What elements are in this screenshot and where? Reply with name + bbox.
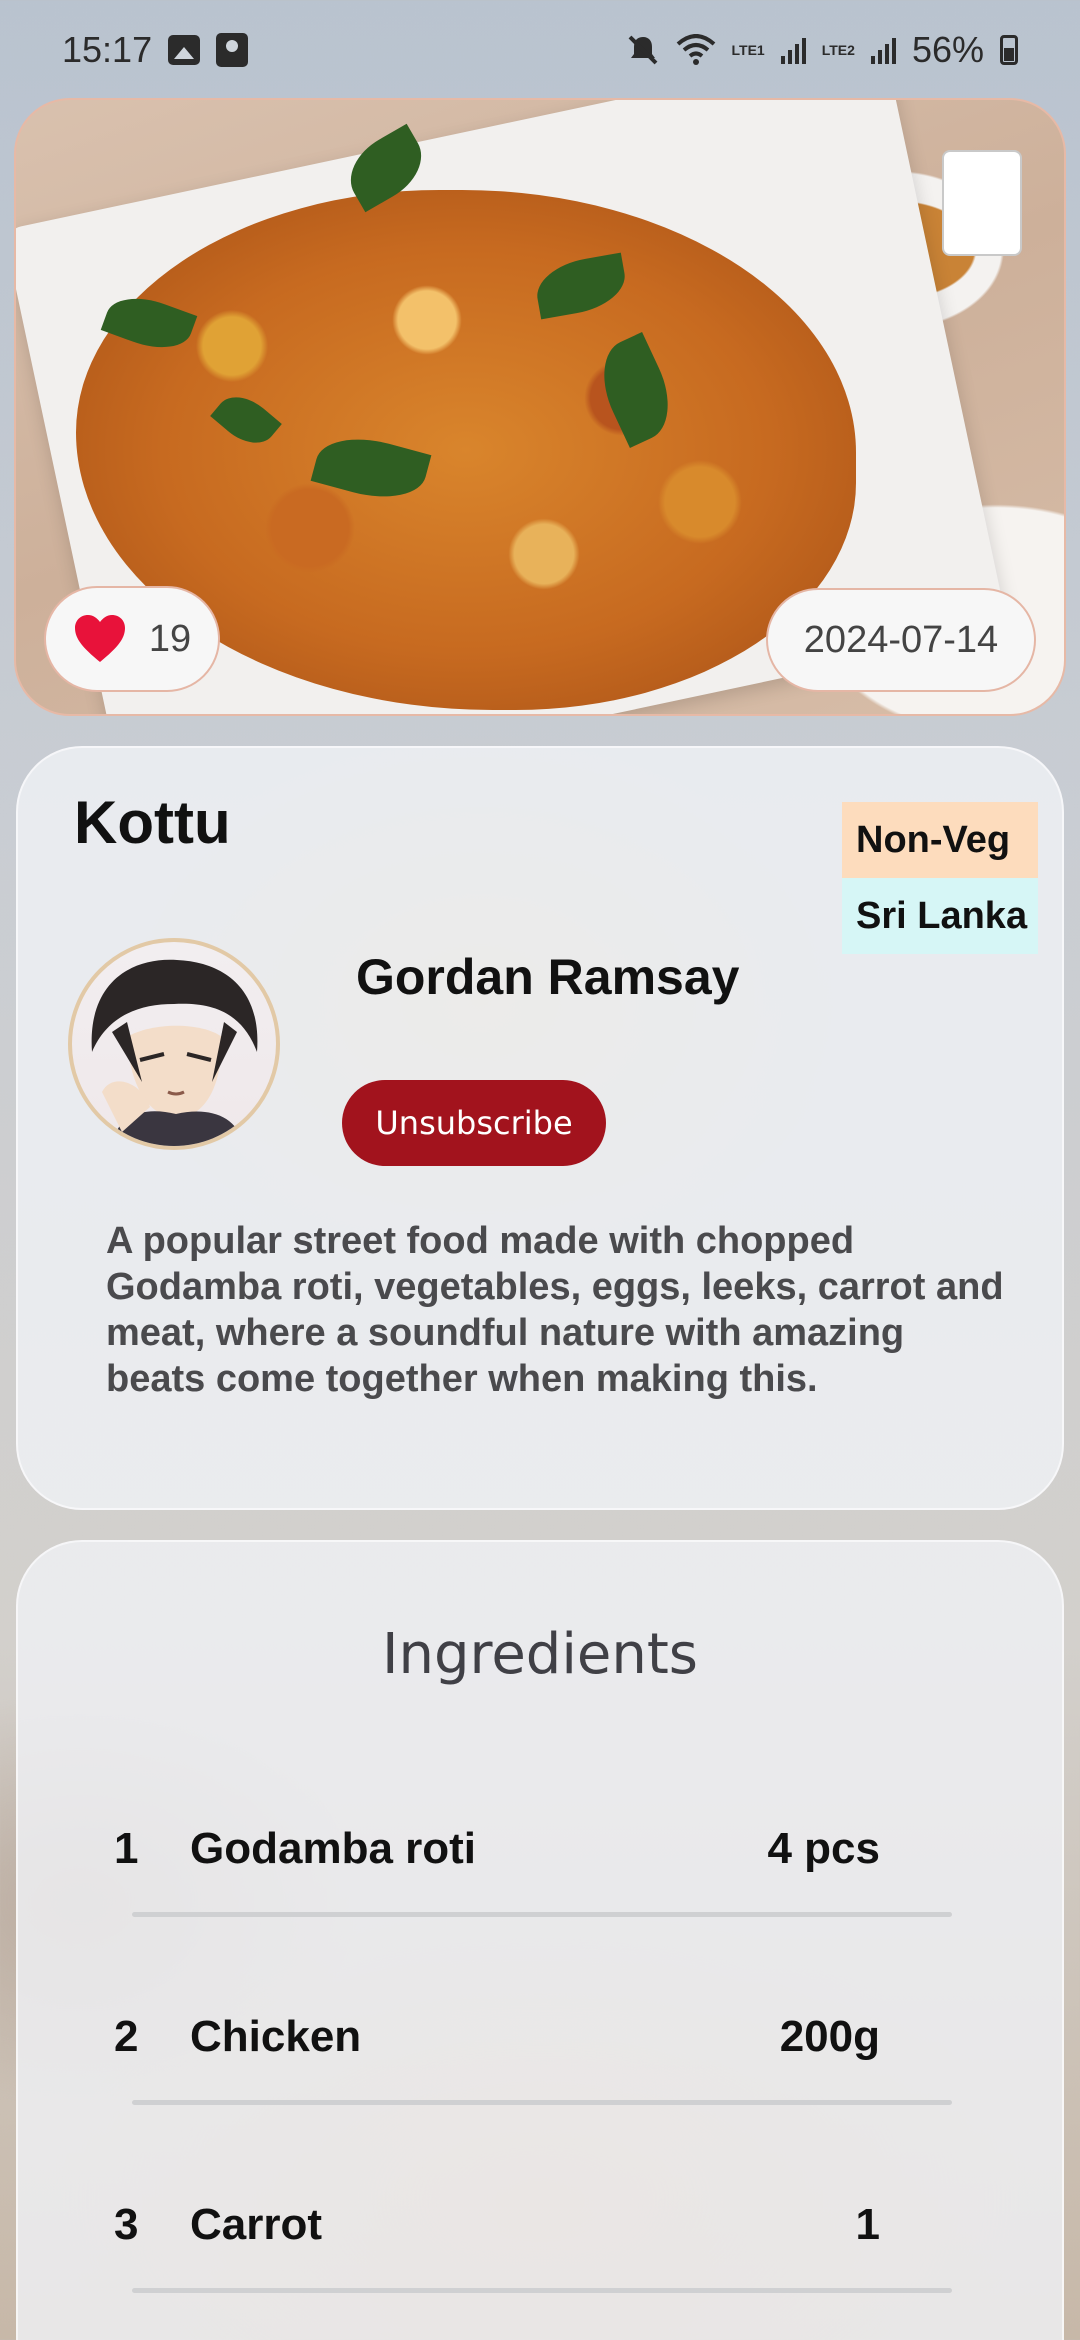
- avatar[interactable]: [68, 938, 280, 1150]
- status-bar: 15:17 LTE1 LTE2 56%: [0, 0, 1080, 100]
- ingredient-number: 2: [114, 2012, 139, 2061]
- row-divider: [132, 2100, 952, 2105]
- ingredient-name: Godamba roti: [190, 1824, 477, 1873]
- wifi-icon: [676, 34, 715, 65]
- post-date: 2024-07-14: [803, 618, 999, 661]
- recipe-tags: Non-Veg Sri Lanka: [842, 802, 1038, 954]
- heart-icon: [74, 615, 125, 662]
- like-count: 19: [148, 617, 192, 660]
- status-right: LTE1 LTE2 56%: [626, 29, 1018, 71]
- ingredient-name: Carrot: [190, 2200, 323, 2249]
- ingredient-name: Chicken: [190, 2012, 362, 2061]
- contact-icon: [216, 33, 249, 67]
- battery-icon: [1000, 35, 1018, 65]
- sim1-label: LTE1: [731, 42, 765, 58]
- unsubscribe-button[interactable]: Unsubscribe: [342, 1080, 606, 1166]
- ingredient-row: 1 Godamba roti 4 pcs: [18, 1824, 1062, 1894]
- ingredient-row: 2 Chicken 200g: [18, 2012, 1062, 2082]
- ingredients-card: Ingredients 1 Godamba roti 4 pcs 2 Chick…: [16, 1540, 1064, 2340]
- recipe-description: A popular street food made with chopped …: [106, 1220, 1004, 1400]
- status-left: 15:17: [62, 29, 249, 71]
- sim2-label: LTE2: [821, 42, 855, 58]
- like-button[interactable]: 19: [44, 586, 220, 692]
- row-divider: [132, 2288, 952, 2293]
- ingredient-quantity: 4 pcs: [767, 1824, 880, 1873]
- bookmark-icon[interactable]: [942, 150, 1022, 256]
- recipe-image-card[interactable]: 19 2024-07-14: [14, 98, 1066, 716]
- signal-icon: [870, 36, 896, 64]
- tag-type: Non-Veg: [842, 802, 1038, 878]
- ingredient-number: 3: [114, 2200, 139, 2249]
- ingredients-title: Ingredients: [382, 1622, 698, 1687]
- recipe-info-card: Kottu Non-Veg Sri Lanka Gordan Ramsay Un…: [16, 746, 1064, 1510]
- battery-percent: 56%: [911, 29, 984, 70]
- mute-icon: [628, 35, 657, 65]
- status-time: 15:17: [62, 29, 153, 70]
- ingredient-row: 3 Carrot 1: [18, 2200, 1062, 2270]
- date-badge: 2024-07-14: [766, 588, 1036, 692]
- chef-avatar-icon: [91, 959, 258, 1146]
- ingredient-number: 1: [114, 1824, 139, 1873]
- signal-icon: [780, 36, 806, 64]
- ingredient-quantity: 200g: [779, 2012, 880, 2061]
- tag-region: Sri Lanka: [842, 878, 1038, 954]
- recipe-title: Kottu: [74, 789, 231, 856]
- ingredient-quantity: 1: [855, 2200, 880, 2249]
- chef-name[interactable]: Gordan Ramsay: [356, 948, 739, 1006]
- gallery-icon: [168, 35, 201, 65]
- row-divider: [132, 1912, 952, 1917]
